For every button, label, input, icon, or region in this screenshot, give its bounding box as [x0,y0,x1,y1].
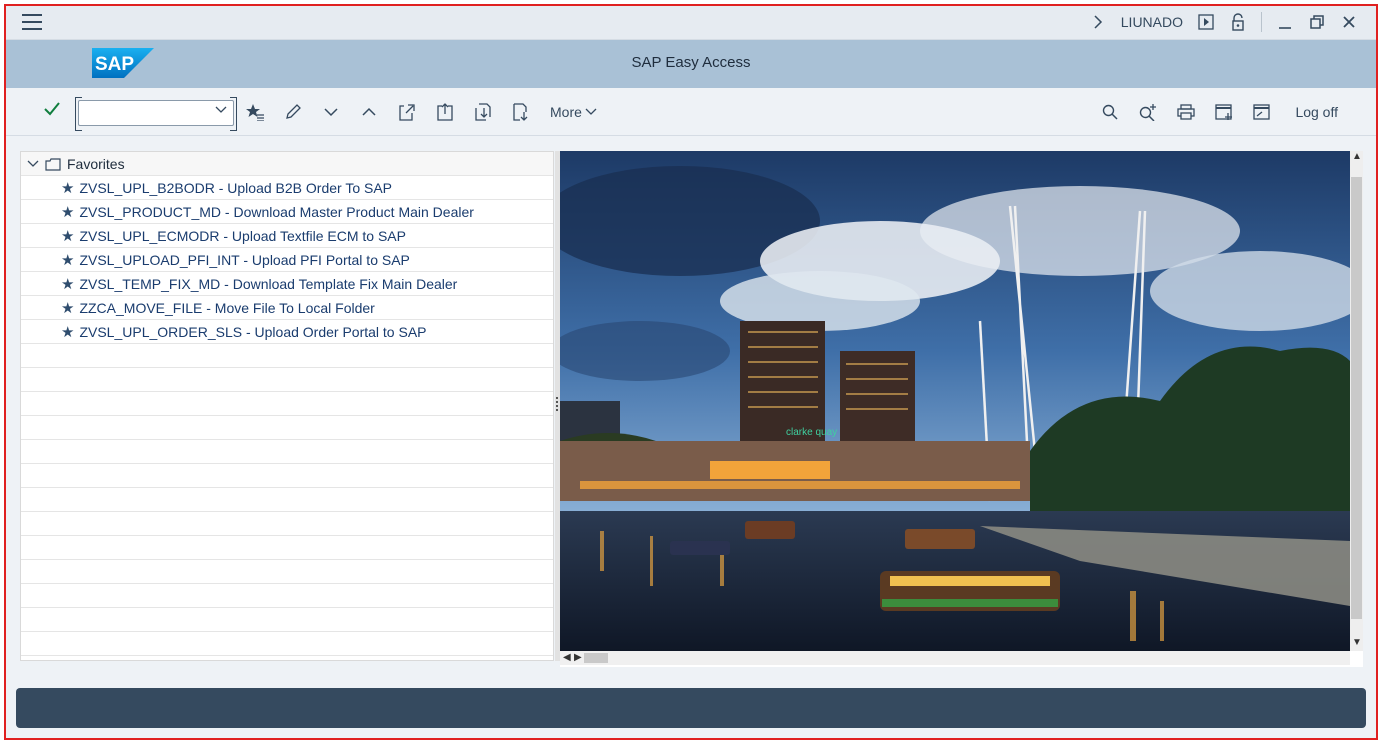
move-up-icon[interactable] [360,102,378,122]
empty-row [21,536,553,560]
scroll-down-icon[interactable]: ▼ [1352,637,1362,648]
menu-icon[interactable] [22,14,42,32]
scrollbar-thumb[interactable] [1351,177,1362,619]
download-icon[interactable] [512,102,530,122]
chevron-down-icon [585,108,597,115]
empty-row [21,440,553,464]
star-icon: ★ [61,203,75,221]
application-toolbar: More Log off [6,88,1376,136]
horizontal-scrollbar[interactable]: ◀ ▶ [560,651,1350,665]
sap-window: LIUNADO SAP SAP Easy Access More Log off… [4,4,1378,740]
empty-row [21,584,553,608]
splash-image-pane: clarke quay ▲ ▼ ◀ ▶ [560,151,1363,667]
tree-item-label: ZZCA_MOVE_FILE - Move File To Local Fold… [79,299,375,316]
empty-row [21,632,553,656]
tree-item-label: ZVSL_PRODUCT_MD - Download Master Produc… [79,203,474,220]
status-bar [16,688,1366,728]
empty-row [21,488,553,512]
upload-icon[interactable] [398,102,416,122]
add-favorite-icon[interactable] [246,102,264,122]
close-icon[interactable] [1340,12,1358,32]
tree-root-label: Favorites [67,155,125,172]
empty-row [21,368,553,392]
tree-root-favorites[interactable]: Favorites [21,152,553,176]
edit-icon[interactable] [284,102,302,122]
title-bar: SAP SAP Easy Access [6,40,1376,88]
vertical-scrollbar[interactable]: ▲ ▼ [1350,151,1363,651]
tree-item[interactable]: ★ ZVSL_UPL_B2BODR - Upload B2B Order To S… [21,176,553,200]
tree-item[interactable]: ★ ZZCA_MOVE_FILE - Move File To Local Fol… [21,296,553,320]
tree-item-label: ZVSL_UPL_ORDER_SLS - Upload Order Portal… [79,323,427,340]
divider [1261,12,1262,32]
chevron-down-icon[interactable] [27,160,39,168]
scroll-right-icon[interactable]: ▶ [574,652,582,663]
star-icon: ★ [61,251,75,269]
tree-item-label: ZVSL_TEMP_FIX_MD - Download Template Fix… [79,275,458,292]
empty-row [21,608,553,632]
search-next-icon[interactable] [1139,102,1157,122]
page-title: SAP Easy Access [631,54,751,71]
clarke-quay-sign: clarke quay [786,427,837,438]
new-session-icon[interactable] [1215,102,1233,122]
empty-row [21,392,553,416]
system-bar: LIUNADO [6,6,1376,40]
command-input[interactable] [79,101,207,125]
tree-item[interactable]: ★ ZVSL_UPLOAD_PFI_INT - Upload PFI Portal… [21,248,553,272]
log-off-button[interactable]: Log off [1295,104,1338,120]
scroll-left-icon[interactable]: ◀ [563,652,571,663]
empty-row [21,464,553,488]
scroll-up-icon[interactable]: ▲ [1352,151,1362,162]
folder-icon [45,157,61,171]
more-label: More [550,104,582,120]
empty-row [21,560,553,584]
export-icon[interactable] [436,102,454,122]
star-icon: ★ [61,179,75,197]
star-icon: ★ [61,299,75,317]
command-field[interactable] [75,97,237,131]
check-icon[interactable] [44,100,60,121]
favorites-tree: Favorites ★ ZVSL_UPL_B2BODR - Upload B2B … [20,151,554,661]
empty-row [21,512,553,536]
tree-item-label: ZVSL_UPL_B2BODR - Upload B2B Order To SA… [79,179,393,196]
empty-row [21,656,553,660]
tree-item[interactable]: ★ ZVSL_UPL_ECMODR - Upload Textfile ECM t… [21,224,553,248]
move-down-icon[interactable] [322,102,340,122]
lock-icon[interactable] [1229,12,1247,32]
restore-icon[interactable] [1308,12,1326,32]
tree-item[interactable]: ★ ZVSL_UPL_ORDER_SLS - Upload Order Porta… [21,320,553,344]
more-menu-button[interactable]: More [550,104,597,120]
empty-row [21,416,553,440]
tree-item-label: ZVSL_UPLOAD_PFI_INT - Upload PFI Portal … [79,251,410,268]
scrollbar-thumb[interactable] [584,653,608,663]
star-icon: ★ [61,227,75,245]
chevron-right-icon[interactable] [1089,12,1107,32]
play-icon[interactable] [1197,12,1215,32]
tree-item[interactable]: ★ ZVSL_TEMP_FIX_MD - Download Template Fi… [21,272,553,296]
minimize-icon[interactable] [1276,12,1294,32]
search-icon[interactable] [1101,102,1119,122]
print-icon[interactable] [1177,102,1196,122]
star-icon: ★ [61,323,75,341]
chevron-down-icon[interactable] [215,104,227,118]
clarke-quay-photo: clarke quay [560,151,1350,651]
tree-item[interactable]: ★ ZVSL_PRODUCT_MD - Download Master Produ… [21,200,553,224]
shortcut-icon[interactable] [1253,102,1271,122]
tree-item-label: ZVSL_UPL_ECMODR - Upload Textfile ECM to… [79,227,406,244]
import-icon[interactable] [474,102,492,122]
star-icon: ★ [61,275,75,293]
user-name: LIUNADO [1120,14,1183,30]
empty-row [21,344,553,368]
